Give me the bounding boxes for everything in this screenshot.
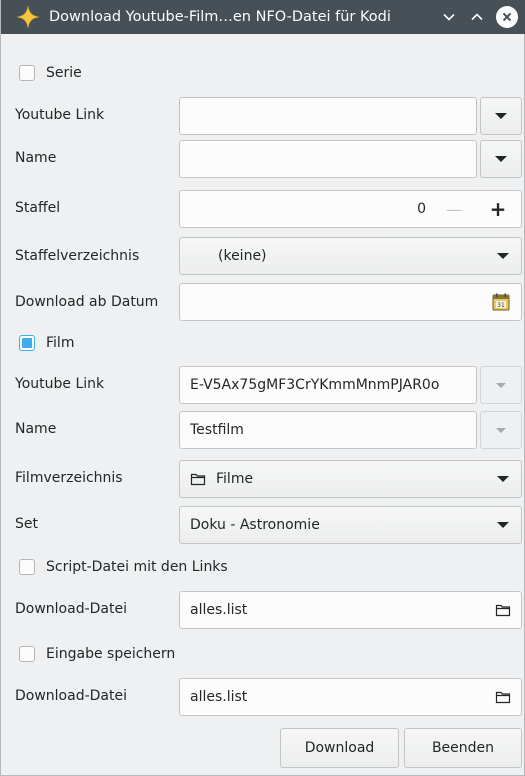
eingabe-speichern-checkbox-label: Eingabe speichern [46,646,176,662]
window-title: Download Youtube-Film…en NFO-Datei für K… [49,9,391,25]
staffel-label: Staffel [15,200,61,216]
set-label: Set [15,516,38,532]
beenden-button[interactable]: Beenden [404,728,522,768]
script-datei-checkbox[interactable] [19,559,35,575]
download-ab-datum-input[interactable]: 31 [179,283,522,321]
serie-name-dropdown-button[interactable] [480,140,522,178]
triangle-down-icon [497,476,509,482]
calendar-icon[interactable]: 31 [491,292,511,312]
serie-checkbox-label: Serie [46,65,82,81]
filmverzeichnis-value: Filme [216,471,254,487]
filmverzeichnis-combobox[interactable]: Filme [179,460,522,498]
triangle-down-icon [496,427,506,433]
film-youtube-link-dropdown-button[interactable] [480,366,522,404]
staffel-value: 0 [417,201,426,217]
film-name-input[interactable]: Testfilm [179,411,477,449]
save-download-datei-label: Download-Datei [15,688,127,704]
serie-name-label: Name [15,150,57,166]
triangle-down-icon [496,382,506,388]
triangle-down-icon [495,156,507,162]
close-icon[interactable] [496,6,518,28]
script-download-datei-label: Download-Datei [15,601,127,617]
script-datei-checkbox-row[interactable]: Script-Datei mit den Links [19,555,228,579]
download-button[interactable]: Download [280,728,399,768]
folder-icon [190,472,206,486]
triangle-down-icon [495,113,507,119]
staffelverzeichnis-combobox[interactable]: (keine) [179,237,522,275]
film-name-dropdown-button[interactable] [480,411,522,449]
serie-youtube-link-label: Youtube Link [15,107,105,123]
download-ab-datum-label: Download ab Datum [15,294,159,310]
triangle-down-icon [497,253,509,259]
save-download-datei-input[interactable]: alles.list [179,678,522,716]
eingabe-speichern-checkbox[interactable] [19,646,35,662]
set-combobox[interactable]: Doku - Astronomie [179,506,522,544]
serie-name-input[interactable] [179,140,477,178]
serie-youtube-link-dropdown-button[interactable] [480,97,522,135]
film-name-label: Name [15,421,57,437]
staffelverzeichnis-value: (keine) [218,248,267,264]
script-datei-checkbox-label: Script-Datei mit den Links [46,559,228,575]
chevron-down-icon[interactable] [438,6,460,28]
set-value: Doku - Astronomie [190,517,320,533]
dialog-window: Download Youtube-Film…en NFO-Datei für K… [0,0,525,776]
serie-checkbox-row[interactable]: Serie [19,61,82,85]
script-download-datei-value: alles.list [190,602,248,618]
star-sparkle-icon [15,4,41,30]
triangle-down-icon [497,522,509,528]
svg-text:31: 31 [497,302,505,309]
script-download-datei-input[interactable]: alles.list [179,591,522,629]
eingabe-speichern-checkbox-row[interactable]: Eingabe speichern [19,642,175,666]
staffel-decrement-button[interactable]: — [439,191,469,227]
staffel-increment-button[interactable]: + [483,191,513,227]
filmverzeichnis-label: Filmverzeichnis [15,470,123,486]
film-youtube-link-input[interactable]: E-V5Ax75gMF3CrYKmmMnmPJAR0o [179,366,477,404]
serie-checkbox[interactable] [19,65,35,81]
staffelverzeichnis-label: Staffelverzeichnis [15,248,140,264]
serie-youtube-link-input[interactable] [179,97,477,135]
save-download-datei-value: alles.list [190,689,248,705]
film-checkbox[interactable] [19,335,35,351]
film-youtube-link-label: Youtube Link [15,376,105,392]
staffel-spinbox[interactable]: 0 — + [179,190,522,228]
titlebar[interactable]: Download Youtube-Film…en NFO-Datei für K… [1,0,525,34]
film-checkbox-label: Film [46,335,75,351]
chevron-up-icon[interactable] [466,6,488,28]
folder-icon[interactable] [495,690,511,704]
folder-icon[interactable] [495,603,511,617]
film-checkbox-row[interactable]: Film [19,331,74,355]
